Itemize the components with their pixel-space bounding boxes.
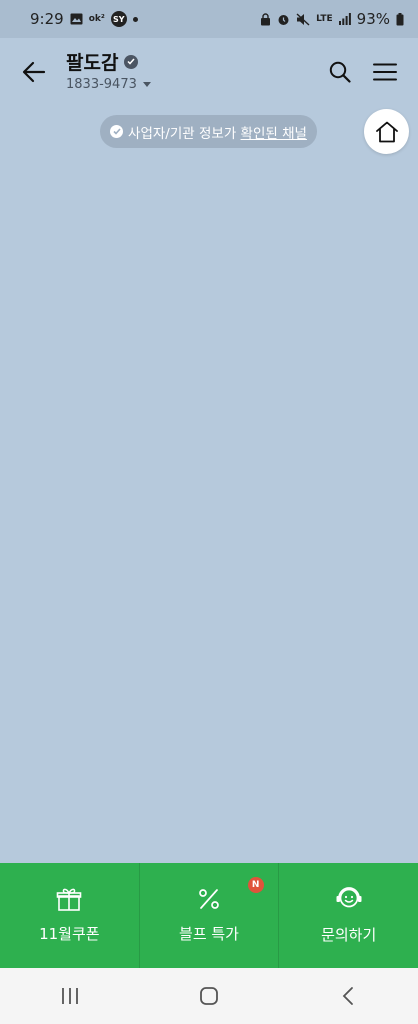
recent-apps-icon bbox=[61, 988, 78, 1004]
search-button[interactable] bbox=[324, 56, 356, 88]
channel-phone: 1833-9473 bbox=[66, 77, 137, 92]
lte-icon: LTE bbox=[316, 14, 333, 24]
search-icon bbox=[329, 61, 351, 83]
verified-channel-notice[interactable]: 사업자/기관 정보가 확인된 채널 bbox=[100, 115, 317, 148]
battery-icon bbox=[396, 12, 404, 26]
recent-apps-button[interactable] bbox=[40, 976, 100, 1016]
caret-down-icon bbox=[142, 82, 151, 87]
percent-icon bbox=[199, 889, 219, 909]
home-button[interactable] bbox=[364, 109, 409, 154]
menu-item-coupon[interactable]: 11월쿠폰 bbox=[0, 863, 139, 968]
system-nav-bar bbox=[0, 968, 418, 1024]
notification-dot-icon bbox=[132, 16, 138, 22]
check-circle-icon bbox=[110, 125, 124, 138]
menu-item-black-friday[interactable]: N 블프 특가 bbox=[138, 863, 279, 968]
menu-item-label: 문의하기 bbox=[321, 926, 377, 944]
alarm-icon bbox=[277, 13, 290, 26]
channel-header: 팔도감 1833-9473 bbox=[0, 38, 418, 108]
menu-item-label: 11월쿠폰 bbox=[39, 925, 100, 943]
signal-icon bbox=[338, 13, 351, 25]
hamburger-menu-icon bbox=[373, 63, 397, 81]
menu-item-inquiry[interactable]: 문의하기 bbox=[278, 863, 418, 968]
gallery-icon bbox=[70, 13, 83, 25]
gift-icon bbox=[57, 888, 82, 911]
status-bar: 9:29 ok² SY LTE 93% bbox=[0, 0, 418, 38]
home-nav-icon bbox=[200, 987, 218, 1005]
home-icon bbox=[375, 121, 398, 142]
home-nav-button[interactable] bbox=[179, 976, 239, 1016]
bottom-menu: 11월쿠폰 N 블프 특가 문의하기 bbox=[0, 863, 418, 968]
sy-app-icon: SY bbox=[110, 11, 127, 27]
chevron-left-icon bbox=[343, 987, 354, 1005]
new-badge: N bbox=[247, 877, 264, 893]
verified-badge-icon bbox=[124, 54, 139, 69]
channel-title: 팔도감 bbox=[66, 52, 119, 74]
headset-smile-icon bbox=[336, 887, 362, 908]
back-button[interactable] bbox=[18, 56, 50, 88]
status-time: 9:29 bbox=[30, 10, 64, 28]
verified-notice-text: 사업자/기관 정보가 bbox=[128, 125, 241, 142]
ok-cashbag-icon: ok² bbox=[88, 14, 105, 24]
back-nav-button[interactable] bbox=[318, 976, 378, 1016]
channel-title-block[interactable]: 팔도감 1833-9473 bbox=[66, 48, 151, 92]
battery-percent: 93% bbox=[356, 10, 390, 28]
verified-channel-link[interactable]: 확인된 채널 bbox=[241, 126, 307, 142]
menu-button[interactable] bbox=[368, 56, 402, 88]
mute-icon bbox=[296, 12, 310, 26]
menu-item-label: 블프 특가 bbox=[179, 925, 239, 943]
arrow-left-icon bbox=[22, 61, 46, 83]
lock-icon bbox=[260, 12, 271, 26]
